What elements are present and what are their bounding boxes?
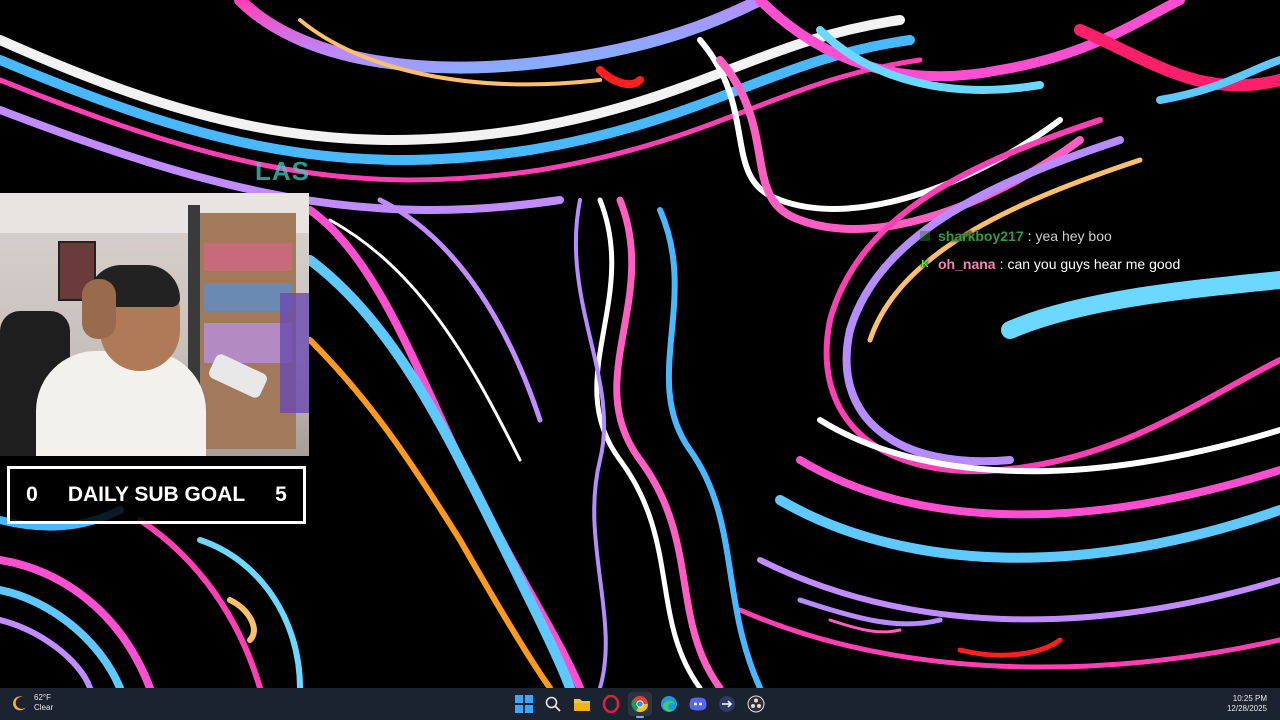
sub-goal-label: DAILY SUB GOAL [67, 483, 246, 506]
chat-message: K oh_nana : can you guys hear me good [920, 250, 1180, 278]
opera-gx-icon[interactable] [599, 692, 623, 716]
weather-temp: 62°F [34, 693, 51, 702]
chat-overlay: sharkboy217 : yea hey boo K oh_nana : ca… [920, 222, 1180, 278]
obs-icon[interactable] [744, 692, 768, 716]
chat-message-text: can you guys hear me good [1007, 256, 1181, 272]
chat-separator: : [1027, 228, 1032, 244]
chat-username: sharkboy217 [938, 228, 1024, 244]
edge-icon[interactable] [657, 692, 681, 716]
taskbar-pinned-apps [512, 692, 768, 718]
weather-widget[interactable]: 62°F Clear [12, 693, 53, 713]
app-arrow-icon[interactable] [715, 692, 739, 716]
chat-message: sharkboy217 : yea hey boo [920, 222, 1180, 250]
chat-username: oh_nana [938, 256, 996, 272]
daily-sub-goal-widget: 0 DAILY SUB GOAL 5 [7, 466, 306, 524]
discord-icon[interactable] [686, 692, 710, 716]
chat-separator: : [999, 256, 1004, 272]
chat-message-text: yea hey boo [1035, 228, 1112, 244]
taskbar: 62°F Clear 10:25 PM 12/28/2025 [0, 688, 1280, 720]
sub-goal-current: 0 [26, 483, 38, 506]
overlay-logo-text: LAS [255, 156, 310, 186]
chat-badge-icon [920, 231, 930, 241]
kick-badge-icon: K [921, 258, 929, 270]
search-icon[interactable] [541, 692, 565, 716]
sub-goal-target: 5 [275, 483, 287, 506]
chrome-icon[interactable] [628, 692, 652, 718]
weather-condition: Clear [34, 703, 54, 712]
file-explorer-icon[interactable] [570, 692, 594, 716]
system-clock[interactable]: 10:25 PM 12/28/2025 [1227, 694, 1267, 714]
moon-icon [13, 696, 26, 711]
clock-time: 10:25 PM [1232, 694, 1267, 703]
webcam-feed [0, 193, 309, 456]
clock-date: 12/28/2025 [1226, 704, 1267, 713]
windows-start-icon[interactable] [512, 692, 536, 716]
